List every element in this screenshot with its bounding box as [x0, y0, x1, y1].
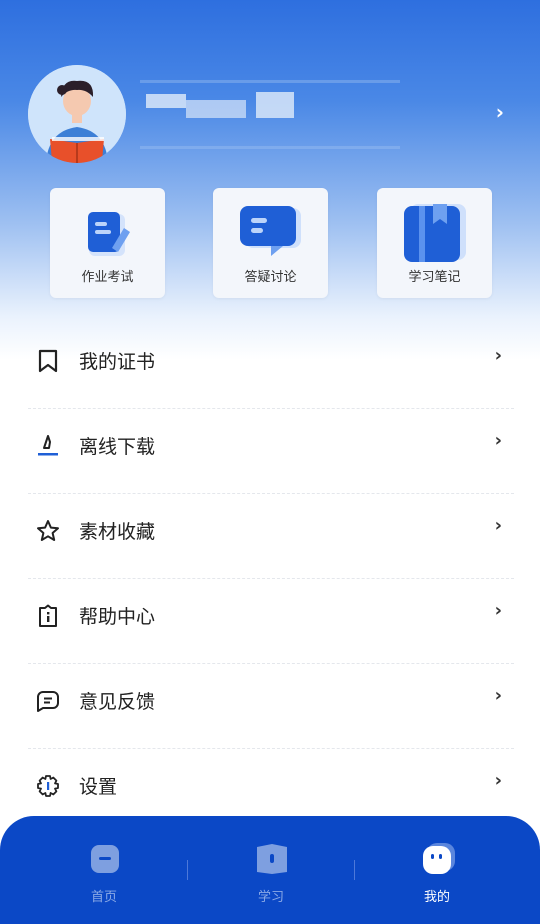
download-icon — [36, 434, 60, 458]
feedback-icon — [36, 689, 60, 713]
quick-action-qa[interactable]: 答疑讨论 — [213, 188, 328, 298]
qa-discussion-icon — [213, 202, 328, 262]
tab-divider — [354, 860, 355, 880]
bottom-tab-bar: 首页 学习 我的 — [0, 816, 540, 924]
homework-exam-icon — [50, 202, 165, 262]
avatar[interactable] — [28, 65, 126, 163]
quick-action-notes[interactable]: 学习笔记 — [377, 188, 492, 298]
menu-item-feedback[interactable]: 意见反馈 › — [28, 663, 514, 749]
tab-home[interactable]: 首页 — [64, 842, 144, 912]
info-icon — [36, 604, 60, 628]
tab-divider — [187, 860, 188, 880]
bookmark-icon — [36, 349, 60, 373]
tab-study[interactable]: 学习 — [231, 842, 311, 912]
tab-label: 首页 — [90, 890, 117, 905]
avatar-illustration-icon — [28, 65, 126, 163]
chevron-right-icon: › — [494, 685, 502, 706]
gear-icon — [36, 774, 60, 798]
home-icon — [88, 842, 122, 876]
username-redacted — [140, 80, 400, 150]
menu-item-offline-download[interactable]: 离线下载 › — [28, 408, 514, 494]
chevron-right-icon: › — [494, 515, 502, 536]
tab-label: 学习 — [257, 890, 284, 905]
menu-item-label: 我的证书 — [79, 351, 156, 373]
menu-item-certificates[interactable]: 我的证书 › — [28, 323, 514, 409]
star-icon — [36, 519, 60, 543]
menu-item-label: 离线下载 — [79, 436, 156, 458]
profile-face-icon — [421, 842, 455, 876]
chevron-right-icon: › — [494, 430, 502, 451]
book-icon — [255, 842, 289, 876]
quick-action-label: 学习笔记 — [408, 270, 461, 285]
tab-mine[interactable]: 我的 — [397, 842, 477, 912]
chevron-right-icon: › — [494, 770, 502, 791]
quick-action-homework[interactable]: 作业考试 — [50, 188, 165, 298]
quick-action-label: 答疑讨论 — [244, 270, 297, 285]
chevron-right-icon: › — [494, 600, 502, 621]
study-notes-icon — [377, 202, 492, 262]
quick-action-label: 作业考试 — [81, 270, 134, 285]
tab-label: 我的 — [423, 890, 450, 905]
menu-item-label: 素材收藏 — [79, 521, 156, 543]
menu-item-label: 帮助中心 — [79, 606, 156, 628]
chevron-right-icon: › — [494, 345, 502, 366]
menu-item-favorites[interactable]: 素材收藏 › — [28, 493, 514, 579]
menu-item-help-center[interactable]: 帮助中心 › — [28, 578, 514, 664]
profile-chevron-icon[interactable]: › — [496, 100, 504, 124]
header-background — [0, 0, 540, 360]
menu-item-label: 设置 — [79, 776, 118, 798]
profile-card[interactable]: › — [0, 60, 540, 170]
menu-item-label: 意见反馈 — [79, 691, 156, 713]
